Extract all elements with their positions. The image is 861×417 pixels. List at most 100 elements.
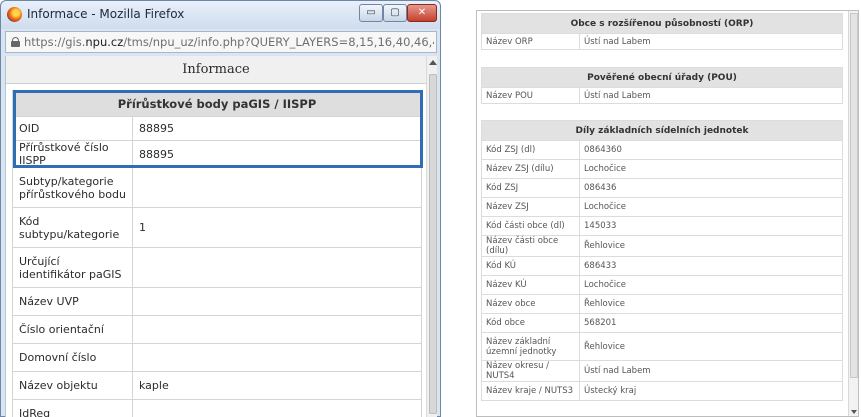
scroll-down-arrow-icon[interactable] [851,410,857,414]
orp-table: Obce s rozšířenou působností (ORP) Název… [481,13,843,50]
detail-value: Ústecký kraj [579,381,843,401]
row-value [132,247,422,288]
row-key: Přírůstkové číslo IISPP [12,140,133,168]
detail-key: Název části obce (dílu) [481,235,580,257]
row-key: Subtyp/kategorie přírůstkového bodu [12,167,133,208]
page-title: Informace [6,56,426,84]
detail-value: Ústí nad Labem [579,360,843,382]
detail-value: 568201 [579,313,843,333]
detail-row: Název ZSJ (dílu) Lochočice [481,159,843,179]
detail-row: Kód KÚ 686433 [481,256,843,276]
url-path: /tms/npu_uz/info.php?QUERY_LAYERS=8,15,1… [123,35,434,49]
attribute-table: Přírůstkové body paGIS / IISPP OID 88895 P… [12,90,422,417]
detail-key: Název ZSJ [481,197,580,217]
zsj-header: Díly základních sídelních jednotek [481,120,843,141]
detail-row: Název základní územní jednotky Řehlovice [481,332,843,361]
detail-key: Název KÚ [481,275,580,295]
detail-key: Název POU [481,87,580,104]
detail-row: Kód části obce (dl) 145033 [481,216,843,236]
detail-row: Název obce Řehlovice [481,294,843,314]
row-key: Název objektu [12,371,133,400]
table-row: Číslo orientační [12,315,422,344]
zsj-header-row: Díly základních sídelních jednotek [481,120,843,141]
detail-row: Název kraje / NUTS3 Ústecký kraj [481,381,843,401]
maximize-button[interactable]: ▢ [383,4,407,22]
row-value [132,167,422,208]
details-panel: Obce s rozšířenou působností (ORP) Název… [476,10,859,417]
detail-value: Lochočice [579,275,843,295]
detail-key: Název kraje / NUTS3 [481,381,580,401]
orp-header-row: Obce s rozšířenou působností (ORP) [481,13,843,34]
row-key: Číslo orientační [12,315,133,344]
table-row: Přírůstkové číslo IISPP 88895 [12,140,422,168]
row-value: 88895 [132,116,422,141]
detail-row: Kód ZSJ 086436 [481,178,843,198]
scroll-up-arrow-icon[interactable] [429,60,437,65]
detail-value: Ústí nad Labem [579,87,843,104]
close-button[interactable]: ✕ [407,4,437,22]
detail-key: Název obce [481,294,580,314]
detail-row: Název POU Ústí nad Labem [481,87,843,104]
detail-row: Název ZSJ Lochočice [481,197,843,217]
window-titlebar[interactable]: Informace - Mozilla Firefox ▭ ▢ ✕ [1,1,440,29]
detail-row: Název ORP Ústí nad Labem [481,33,843,50]
detail-key: Kód ZSJ (dl) [481,140,580,160]
table-row: Domovní číslo [12,343,422,372]
detail-key: Kód ZSJ [481,178,580,198]
url-bar[interactable]: https://gis.npu.cz/tms/npu_uz/info.php?Q… [5,31,437,53]
row-value: 1 [132,207,422,248]
zsj-table: Díly základních sídelních jednotek Kód Z… [481,120,843,401]
detail-value: Řehlovice [579,332,843,361]
row-value [132,399,422,417]
detail-value: 145033 [579,216,843,236]
detail-key: Kód KÚ [481,256,580,276]
detail-row: Název části obce (dílu) Řehlovice [481,235,843,257]
table-row: Název UVP [12,287,422,316]
detail-value: 0864360 [579,140,843,160]
window-title: Informace - Mozilla Firefox [27,7,185,21]
popup-content: Informace Přírůstkové body paGIS / IISPP… [5,56,437,417]
detail-value: 686433 [579,256,843,276]
detail-key: Název okresu / NUTS4 [481,360,580,382]
row-key: Název UVP [12,287,133,316]
detail-value: 086436 [579,178,843,198]
minimize-button[interactable]: ▭ [359,4,383,22]
detail-value: Řehlovice [579,294,843,314]
row-value [132,315,422,344]
url-text[interactable]: https://gis.npu.cz/tms/npu_uz/info.php?Q… [24,35,434,49]
row-key: Domovní číslo [12,343,133,372]
detail-key: Kód obce [481,313,580,333]
detail-key: Název základní územní jednotky [481,332,580,361]
row-value [132,343,422,372]
table-row: Kód subtypu/kategorie 1 [12,207,422,248]
details-scrollbar[interactable] [848,11,858,416]
row-key: IdReg [12,399,133,417]
vertical-scrollbar[interactable] [426,56,437,417]
table-header: Přírůstkové body paGIS / IISPP [12,90,422,117]
row-key: Kód subtypu/kategorie [12,207,133,248]
row-value: kaple [132,371,422,400]
table-row: IdReg [12,399,422,417]
pou-header-row: Pověřené obecní úřady (POU) [481,67,843,88]
row-key: Určující identifikátor paGIS [12,247,133,288]
details-scrollbar-thumb[interactable] [850,13,858,378]
detail-value: Lochočice [579,159,843,179]
table-row: OID 88895 [12,116,422,141]
row-key: OID [12,116,133,141]
detail-row: Název okresu / NUTS4 Ústí nad Labem [481,360,843,382]
detail-key: Název ZSJ (dílu) [481,159,580,179]
detail-key: Kód části obce (dl) [481,216,580,236]
detail-row: Kód obce 568201 [481,313,843,333]
detail-value: Ústí nad Labem [579,33,843,50]
row-value: 88895 [132,140,422,168]
firefox-logo-icon [7,7,22,22]
table-header-row: Přírůstkové body paGIS / IISPP [12,90,422,117]
table-row: Určující identifikátor paGIS [12,247,422,288]
pou-table: Pověřené obecní úřady (POU) Název POU Úst… [481,67,843,104]
table-row: Název objektu kaple [12,371,422,400]
firefox-popup-window: Informace - Mozilla Firefox ▭ ▢ ✕ https:… [0,0,441,417]
detail-row: Název KÚ Lochočice [481,275,843,295]
url-prefix: https://gis. [24,35,86,49]
row-value [132,287,422,316]
scrollbar-thumb[interactable] [429,74,437,414]
